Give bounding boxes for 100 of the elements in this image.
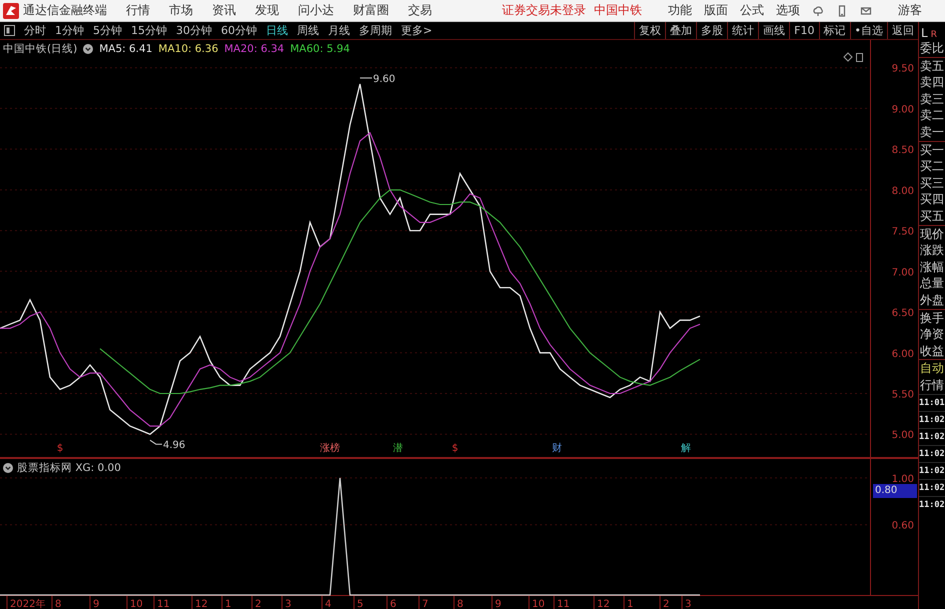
price-axis-label: 6.00 — [892, 348, 914, 360]
login-status[interactable]: 证券交易未登录 — [502, 2, 586, 19]
chevron-circle-icon[interactable] — [3, 463, 13, 473]
phone-icon[interactable] — [836, 4, 848, 16]
menu-item[interactable]: 行情 — [126, 2, 150, 19]
date-axis-label: 10 — [532, 599, 545, 609]
period-tab[interactable]: 5分钟 — [93, 23, 122, 38]
toolbar-button[interactable]: 统计 — [727, 22, 758, 39]
quote-label: 外盘 — [919, 292, 945, 308]
message-icon[interactable] — [860, 4, 872, 16]
user-label[interactable]: 游客 — [898, 2, 922, 19]
chart-tools-icon[interactable] — [843, 52, 863, 62]
panel-toggle-icon[interactable] — [4, 25, 15, 36]
date-axis-label: 11 — [157, 599, 170, 609]
toolbar-item[interactable]: 选项 — [776, 2, 800, 19]
event-marker[interactable]: $ — [452, 443, 458, 454]
price-axis-label: 9.50 — [892, 64, 914, 75]
menu-item[interactable]: 发现 — [255, 2, 279, 19]
chart-title: 中国中铁(日线) — [3, 42, 78, 56]
ma-value: MA5: 6.41 — [99, 43, 152, 55]
toolbar-button[interactable]: 复权 — [634, 22, 666, 39]
price-axis-label: 6.50 — [892, 308, 914, 320]
trade-time: 11:01 — [919, 394, 945, 412]
trade-time: 11:02 — [919, 462, 945, 480]
price-annotation: 9.60 — [360, 74, 396, 85]
quote-label: 卖四 — [919, 74, 945, 91]
toolbar-button[interactable]: F10 — [789, 22, 818, 39]
period-tab[interactable]: 30分钟 — [176, 23, 212, 38]
trade-time: 11:02 — [919, 428, 945, 446]
date-axis-label: 1 — [627, 599, 634, 609]
menu-item[interactable]: 财富圈 — [353, 2, 389, 19]
date-axis-label: 7 — [422, 599, 428, 609]
period-tab[interactable]: 分时 — [24, 23, 46, 38]
toolbar-button[interactable]: •自选 — [850, 22, 887, 39]
period-tab[interactable]: 更多> — [401, 23, 432, 38]
indicator-legend: 股票指标网 XG: 0.00 — [17, 461, 121, 475]
quote-label: 卖三 — [919, 90, 945, 108]
price-annotation: 4.96 — [150, 440, 186, 452]
date-axis-label: 12 — [195, 599, 208, 609]
date-axis-label: 4 — [325, 599, 332, 609]
annotation: 4.96 — [163, 440, 186, 452]
quote-label: 买二 — [919, 158, 945, 175]
quote-label: 买四 — [919, 191, 945, 208]
toolbar-button[interactable]: 叠加 — [665, 22, 696, 39]
toolbar-button[interactable]: 画线 — [758, 22, 790, 39]
price-axis-label: 8.00 — [892, 186, 914, 197]
event-marker[interactable]: 解 — [681, 443, 691, 454]
date-axis-label: 3 — [285, 599, 292, 609]
mode-label[interactable]: 行情 — [919, 377, 945, 394]
period-tab[interactable]: 1分钟 — [55, 23, 84, 38]
menu-item[interactable]: 资讯 — [212, 2, 236, 19]
ma-value: MA20: 6.34 — [224, 43, 284, 55]
quote-label: 卖五 — [919, 56, 945, 74]
period-tab[interactable]: 多周期 — [359, 23, 392, 38]
menu-item[interactable]: 交易 — [408, 2, 432, 19]
chevron-circle-icon[interactable] — [83, 44, 94, 54]
mode-label[interactable]: 自动 — [919, 359, 945, 378]
trade-time: 11:02 — [919, 496, 945, 514]
panel-corner-label: L — [921, 26, 928, 40]
toolbar-button[interactable]: 标记 — [818, 22, 850, 39]
ma-value: MA10: 6.36 — [158, 43, 218, 55]
date-axis-label: 12 — [597, 599, 610, 609]
period-tab[interactable]: 周线 — [297, 23, 319, 38]
period-tab[interactable]: 15分钟 — [131, 23, 167, 38]
quote-label: 买一 — [919, 140, 945, 158]
toolbar-item[interactable]: 版面 — [704, 2, 728, 19]
quote-label: 买五 — [919, 208, 945, 225]
date-axis-label: 3 — [685, 599, 692, 609]
menu-item[interactable]: 问小达 — [298, 2, 334, 19]
period-tab[interactable]: 月线 — [328, 23, 350, 38]
trade-time: 11:02 — [919, 479, 945, 496]
toolbar-item[interactable]: 公式 — [740, 2, 764, 19]
quote-label: 净资 — [919, 326, 945, 343]
price-axis-label: 9.00 — [892, 104, 914, 116]
period-tab[interactable]: 60分钟 — [221, 23, 257, 38]
stock-name: 中国中铁 — [594, 2, 642, 19]
ma-value: MA60: 5.94 — [290, 43, 350, 55]
quote-label: 买三 — [919, 174, 945, 192]
price-axis-label: 7.50 — [892, 226, 914, 238]
panel-corner-label: R — [930, 30, 937, 40]
date-axis-label: 5 — [357, 599, 364, 609]
quote-label: 卖二 — [919, 107, 945, 124]
quote-label: 总量 — [919, 275, 945, 292]
period-tab[interactable]: 日线 — [266, 23, 288, 38]
event-marker[interactable]: 潜 — [393, 443, 403, 454]
date-axis-label: 2022年 — [10, 599, 46, 609]
cloud-icon[interactable] — [812, 4, 824, 16]
price-axis-label: 8.50 — [892, 145, 914, 156]
toolbar-button[interactable]: 多股 — [696, 22, 728, 39]
date-axis-label: 8 — [55, 599, 62, 609]
date-axis-label: 8 — [457, 599, 464, 609]
quote-label: 涨幅 — [919, 258, 945, 276]
quote-label: 收益 — [919, 342, 945, 360]
event-marker[interactable]: 涨榜 — [320, 443, 340, 454]
event-marker[interactable]: 财 — [552, 443, 562, 454]
menu-item[interactable]: 市场 — [169, 2, 193, 19]
quote-label: 委比 — [919, 40, 945, 57]
event-marker[interactable]: $ — [56, 443, 64, 454]
quote-label: 换手 — [919, 308, 945, 326]
toolbar-item[interactable]: 功能 — [668, 2, 692, 19]
